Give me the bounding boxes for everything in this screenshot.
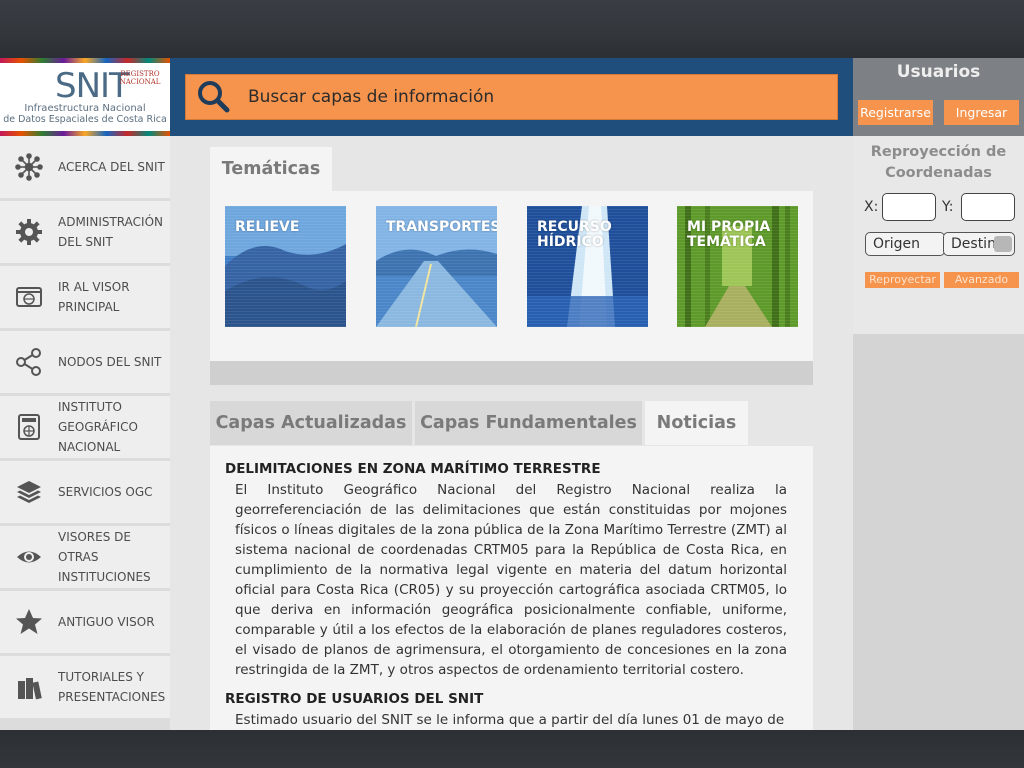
sidebar-item-label: ACERCA DEL SNIT [58,160,165,174]
sidebar-item-ign[interactable]: INSTITUTO GEOGRÁFICO NACIONAL [0,396,170,458]
reprojection-title-text: Reproyección de Coordenadas [870,144,1007,181]
logo-subtitle-2: de Datos Espaciales de Costa Rica [3,114,167,125]
sidebar-item-tutoriales[interactable]: TUTORIALES Y PRESENTACIONES [0,656,170,718]
sidebar-item-label: NODOS DEL SNIT [58,355,162,369]
logo-registro-nacional: REGISTRO NACIONAL [119,70,161,86]
tile-transportes[interactable]: TRANSPORTES [376,206,497,327]
news-title: REGISTRO DE USUARIOS DEL SNIT [225,691,484,707]
chalkboard-top [0,0,1024,58]
dropdown-arrow-icon[interactable] [994,236,1012,252]
star-icon [14,607,44,637]
tile-label: MI PROPIA TEMÁTICA [687,219,771,250]
sidebar-item-label: TUTORIALES Y PRESENTACIONES [58,670,166,704]
reprojection-title: Reproyección de Coordenadas [853,142,1024,184]
users-title: Usuarios [896,62,981,82]
search-input[interactable] [248,87,808,107]
sidebar-item-label: ADMINISTRACIÓN DEL SNIT [58,215,163,249]
tile-label: RECURSO HÍDRICO [537,219,612,250]
tile-recurso-hidrico[interactable]: RECURSO HÍDRICO [527,206,648,327]
sidebar-item-acerca[interactable]: ACERCA DEL SNIT [0,136,170,198]
search-box[interactable] [185,74,838,120]
tematicas-panel: RELIEVE TRANSPORTES RECURSO HÍDRICO MI P… [210,191,813,361]
sidebar-item-label: SERVICIOS OGC [58,485,153,499]
tab-capas-fundamentales[interactable]: Capas Fundamentales [415,401,642,445]
tile-label: TRANSPORTES [386,219,497,235]
reprojection-box: Reproyección de Coordenadas X: Y: Origen… [853,136,1024,334]
tile-label: RELIEVE [235,219,300,235]
advanced-button[interactable]: Avanzado [944,272,1019,288]
books-icon [14,672,44,702]
news-body: El Instituto Geográfico Nacional del Reg… [235,482,787,678]
x-label: X: [864,199,879,215]
login-button[interactable]: Ingresar [944,100,1019,125]
eye-icon [14,542,44,572]
map-window-icon [14,282,44,312]
sidebar-item-otras-instituciones[interactable]: VISORES DE OTRAS INSTITUCIONES [0,526,170,588]
right-panel: Usuarios Registrarse Ingresar Reproyecci… [853,58,1024,730]
layers-icon [14,477,44,507]
sidebar-item-label: VISORES DE OTRAS INSTITUCIONES [58,530,151,584]
globe-building-icon [14,412,44,442]
tile-relieve[interactable]: RELIEVE [225,206,346,327]
logo-stripe-top [0,58,170,63]
share-icon [14,347,44,377]
sidebar-item-label: ANTIGUO VISOR [58,615,155,629]
sidebar-item-label: IR AL VISOR PRINCIPAL [58,280,130,314]
news-title: DELIMITACIONES EN ZONA MARÍTIMO TERRESTR… [225,461,601,477]
tab-noticias[interactable]: Noticias [645,401,748,445]
snit-logo[interactable]: SNIT REGISTRO NACIONAL Infraestructura N… [0,58,170,136]
x-input[interactable] [882,193,936,221]
tab-capas-actualizadas[interactable]: Capas Actualizadas [210,401,412,445]
tab-tematicas[interactable]: Temáticas [210,147,332,191]
register-button[interactable]: Registrarse [858,100,933,125]
sidebar-item-label: INSTITUTO GEOGRÁFICO NACIONAL [58,400,138,454]
main-content: Temáticas RELIEVE TRANSPORTES RECURSO HÍ… [170,136,853,730]
news-body: Estimado usuario del SNIT se le informa … [235,712,785,728]
sidebar-item-visor-principal[interactable]: IR AL VISOR PRINCIPAL [0,266,170,328]
users-box: Usuarios Registrarse Ingresar [853,58,1024,136]
sidebar-item-administracion[interactable]: ADMINISTRACIÓN DEL SNIT [0,201,170,263]
network-icon [14,152,44,182]
tematicas-footer [210,361,813,385]
snit-app: SNIT REGISTRO NACIONAL Infraestructura N… [0,58,1024,730]
origin-select[interactable]: Origen [865,232,945,256]
sidebar-item-nodos[interactable]: NODOS DEL SNIT [0,331,170,393]
search-icon[interactable] [194,77,234,117]
sidebar-item-antiguo-visor[interactable]: ANTIGUO VISOR [0,591,170,653]
gear-icon [14,217,44,247]
header-bar [170,58,853,136]
y-label: Y: [942,199,954,215]
y-input[interactable] [961,193,1015,221]
destination-select[interactable]: Destino [943,232,1015,256]
sidebar-item-ogc[interactable]: SERVICIOS OGC [0,461,170,523]
logo-subtitle-1: Infraestructura Nacional [24,103,146,114]
news-panel: DELIMITACIONES EN ZONA MARÍTIMO TERRESTR… [210,446,813,730]
chalkboard-bottom [0,730,1024,768]
tile-mi-propia-tematica[interactable]: MI PROPIA TEMÁTICA [677,206,798,327]
sidebar: ACERCA DEL SNIT ADMINISTRACIÓN DEL SNIT [0,136,170,730]
origin-select-value: Origen [873,236,921,252]
reproject-button[interactable]: Reproyectar [865,272,940,288]
